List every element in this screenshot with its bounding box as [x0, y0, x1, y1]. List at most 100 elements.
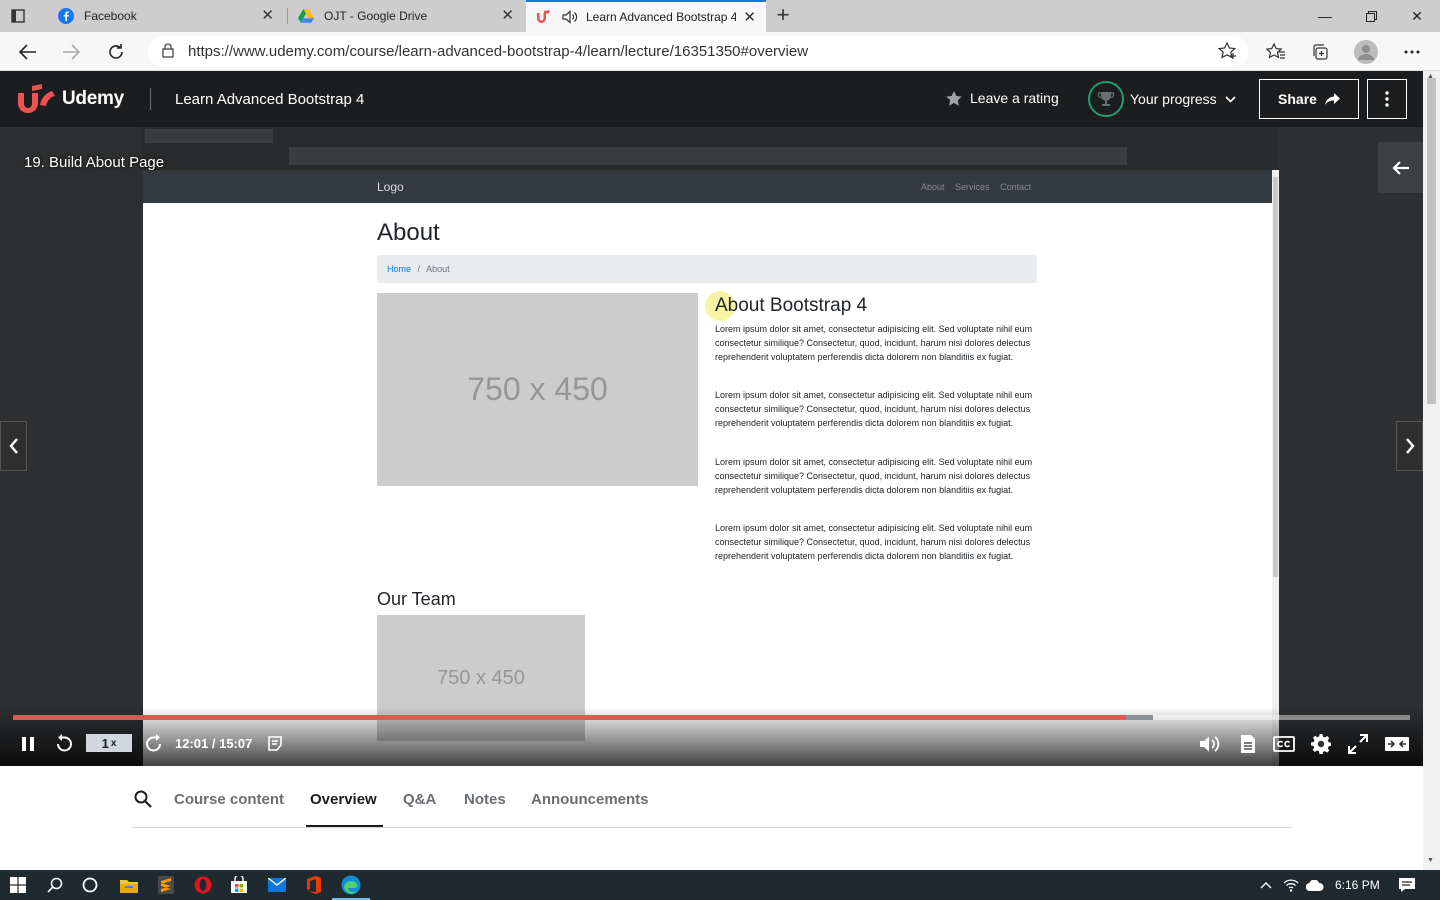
close-tab-icon[interactable]: ✕ [501, 8, 514, 24]
tab-title: Facebook [84, 9, 137, 23]
breadcrumb-current: About [426, 264, 450, 274]
close-window-button[interactable]: ✕ [1394, 0, 1440, 32]
leave-rating-button[interactable]: Leave a rating [946, 90, 1059, 106]
tab-notes[interactable]: Notes [464, 791, 506, 808]
gear-icon [1311, 734, 1331, 754]
edge-icon[interactable] [332, 874, 370, 900]
captions-icon [1273, 736, 1295, 752]
placeholder-image-large: 750 x 450 [377, 293, 698, 486]
forward-button[interactable] [59, 40, 83, 64]
recorded-scrollbar-thumb [1273, 177, 1278, 577]
sublime-text-icon[interactable] [155, 874, 177, 896]
tab-title: Learn Advanced Bootstrap 4 [586, 10, 736, 24]
recorded-nav-links: About Services Contact [921, 182, 1039, 192]
notifications-icon[interactable] [1396, 874, 1418, 896]
collections-icon[interactable] [1308, 40, 1332, 64]
windows-taskbar: 6:16 PM [0, 870, 1440, 900]
cortana-icon[interactable] [79, 874, 101, 896]
playback-rate-value: 1 [101, 735, 109, 751]
chevron-down-icon [1225, 95, 1236, 103]
recorded-nav-link: About [921, 182, 945, 192]
recorded-paragraph: Lorem ipsum dolor sit amet, consectetur … [715, 457, 1033, 496]
browser-tab-google-drive[interactable]: OJT - Google Drive ✕ [288, 0, 524, 32]
favorites-icon[interactable] [1264, 40, 1288, 64]
playback-time: 12:01 / 15:07 [175, 736, 253, 751]
course-title[interactable]: Learn Advanced Bootstrap 4 [175, 91, 364, 108]
vertical-dots-icon [1385, 91, 1389, 107]
tab-qa[interactable]: Q&A [403, 791, 436, 808]
facebook-icon [58, 8, 74, 24]
tab-announcements[interactable]: Announcements [531, 791, 649, 808]
udemy-logo[interactable]: Udemy [16, 83, 124, 115]
transcript-icon [1241, 735, 1255, 753]
show-hidden-icons[interactable] [1255, 874, 1277, 896]
clock[interactable]: 6:16 PM [1335, 878, 1380, 892]
fullscreen-button[interactable] [1346, 732, 1370, 756]
add-note-button[interactable] [264, 732, 288, 756]
profile-avatar[interactable] [1354, 40, 1378, 64]
video-player[interactable]: Logo About Services Contact About Home /… [0, 127, 1423, 766]
share-button[interactable]: Share [1259, 79, 1359, 119]
back-button[interactable] [16, 40, 40, 64]
active-tab-indicator [306, 825, 383, 827]
playback-rate-button[interactable]: 1 x [86, 734, 132, 752]
tab-overview[interactable]: Overview [310, 791, 377, 808]
pause-icon [22, 737, 34, 751]
browser-toolbar: https://www.udemy.com/course/learn-advan… [0, 32, 1440, 71]
pause-button[interactable] [16, 732, 40, 756]
more-options-button[interactable] [1367, 79, 1407, 119]
expand-icon [1385, 737, 1409, 751]
seek-bar[interactable] [13, 715, 1410, 720]
expand-view-button[interactable] [1383, 732, 1411, 756]
udemy-icon [536, 9, 552, 25]
scroll-down-arrow[interactable]: ▼ [1427, 857, 1434, 864]
refresh-button[interactable] [104, 40, 128, 64]
chevron-left-icon [8, 438, 18, 454]
tab-actions-icon[interactable] [8, 6, 28, 26]
placeholder-label: 750 x 450 [467, 371, 608, 407]
next-lecture-button[interactable] [1396, 421, 1423, 471]
new-tab-button[interactable]: + [772, 4, 794, 27]
settings-more-icon[interactable] [1400, 40, 1424, 64]
star-icon [946, 90, 962, 106]
onedrive-icon[interactable] [1304, 874, 1326, 896]
add-favorite-icon[interactable] [1217, 41, 1238, 65]
search-icon[interactable] [44, 874, 66, 896]
fullscreen-icon [1348, 734, 1368, 754]
playback-rate-suffix: x [110, 737, 117, 749]
rewind-5s-button[interactable] [52, 732, 76, 756]
url-text[interactable]: https://www.udemy.com/course/learn-advan… [188, 43, 808, 60]
volume-button[interactable] [1198, 732, 1222, 756]
file-explorer-icon[interactable] [118, 874, 140, 896]
lock-icon[interactable] [162, 43, 174, 63]
your-progress-button[interactable]: Your progress [1088, 81, 1236, 117]
forward-5s-button[interactable] [142, 732, 166, 756]
close-tab-icon[interactable]: ✕ [261, 8, 274, 24]
placeholder-label: 750 x 450 [437, 666, 525, 689]
office-icon[interactable] [303, 874, 325, 896]
store-icon[interactable] [228, 874, 250, 896]
search-icon[interactable] [134, 790, 152, 813]
previous-lecture-button[interactable] [0, 421, 27, 471]
expand-sidebar-button[interactable] [1378, 142, 1423, 193]
recorded-url-bar [289, 147, 1127, 165]
page-scrollbar-thumb[interactable] [1427, 78, 1436, 404]
mail-icon[interactable] [266, 874, 288, 896]
settings-button[interactable] [1309, 732, 1333, 756]
speaker-icon[interactable] [562, 10, 578, 24]
transcript-button[interactable] [1236, 732, 1260, 756]
recorded-nav-link: Services [955, 182, 990, 192]
start-icon[interactable] [7, 874, 29, 896]
restore-button[interactable] [1348, 0, 1394, 32]
captions-button[interactable] [1272, 732, 1296, 756]
minimize-button[interactable]: — [1302, 0, 1348, 32]
opera-icon[interactable] [192, 874, 214, 896]
browser-tab-udemy[interactable]: Learn Advanced Bootstrap 4 ✕ [526, 0, 766, 32]
wifi-icon[interactable] [1280, 874, 1302, 896]
close-tab-icon[interactable]: ✕ [743, 10, 756, 26]
browser-tab-facebook[interactable]: Facebook ✕ [48, 0, 284, 32]
address-bar[interactable]: https://www.udemy.com/course/learn-advan… [148, 36, 1248, 67]
tab-course-content[interactable]: Course content [174, 791, 284, 808]
lecture-title: 19. Build About Page [24, 154, 165, 171]
video-frame: Logo About Services Contact About Home /… [143, 127, 1279, 766]
